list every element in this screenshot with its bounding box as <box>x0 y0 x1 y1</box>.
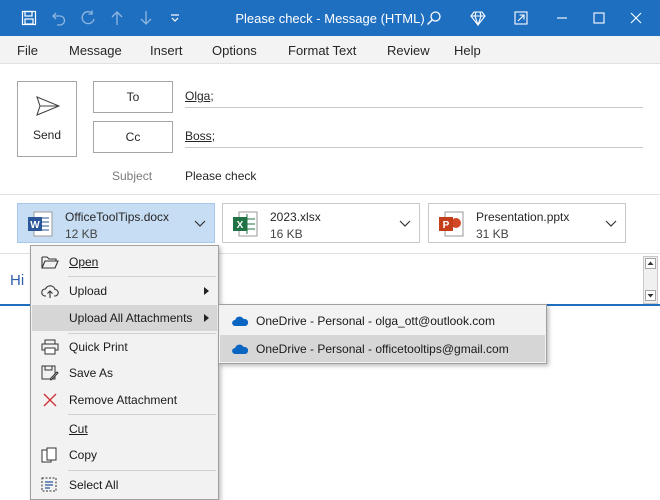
cc-recipient[interactable]: Boss <box>185 129 212 143</box>
chevron-down-icon[interactable] <box>399 218 411 228</box>
customize-quick-access-icon[interactable] <box>165 8 185 28</box>
onedrive-icon <box>232 316 249 326</box>
scroll-down-icon <box>647 294 654 298</box>
printer-icon <box>41 339 59 355</box>
menu-item-label: Remove Attachment <box>69 393 178 407</box>
upload-submenu: OneDrive - Personal - olga_ott@outlook.c… <box>218 304 547 364</box>
submenu-item-onedrive-gmail[interactable]: OneDrive - Personal - officetooltips@gma… <box>220 335 545 362</box>
to-button[interactable]: To <box>93 81 173 113</box>
menu-item-label: Quick Print <box>69 340 128 354</box>
scroll-up-button[interactable] <box>645 258 656 269</box>
message-mode: Message (HTML) <box>324 11 425 26</box>
maximize-icon[interactable] <box>589 8 609 28</box>
menu-item-upload-all-attachments[interactable]: Upload All Attachments <box>32 305 217 331</box>
subject-label: Subject <box>112 169 153 183</box>
attachment-name: Presentation.pptx <box>476 210 570 224</box>
menu-divider <box>68 414 216 415</box>
attachment-size: 31 KB <box>476 227 509 241</box>
menu-item-label: Upload <box>69 284 108 298</box>
menu-item-copy[interactable]: Copy <box>32 442 217 468</box>
menu-item-cut[interactable]: Cut <box>32 416 217 442</box>
attachment-xlsx[interactable]: X 2023.xlsx 16 KB <box>222 203 420 243</box>
body-scrollbar[interactable] <box>643 256 658 304</box>
send-label: Send <box>32 128 62 142</box>
menu-divider <box>68 470 216 471</box>
menu-insert[interactable]: Insert <box>150 43 183 58</box>
attachment-pptx[interactable]: P Presentation.pptx 31 KB <box>428 203 626 243</box>
send-icon <box>36 96 60 116</box>
menu-item-select-all[interactable]: Select All <box>32 472 217 498</box>
copy-icon <box>41 447 57 463</box>
scroll-up-icon <box>647 261 654 265</box>
attachment-size: 12 KB <box>65 227 98 241</box>
menu-item-label: Save As <box>69 366 114 380</box>
cloud-upload-icon <box>41 285 59 298</box>
select-all-icon <box>41 477 57 492</box>
onedrive-icon <box>232 344 249 354</box>
title-separator: - <box>312 11 325 26</box>
menu-format-text[interactable]: Format Text <box>288 43 356 58</box>
up-arrow-icon[interactable] <box>107 8 127 28</box>
submenu-item-label: OneDrive - Personal - olga_ott@outlook.c… <box>256 314 495 328</box>
menu-item-quick-print[interactable]: Quick Print <box>32 334 217 360</box>
message-title: Please check <box>235 11 313 26</box>
svg-text:P: P <box>443 220 450 231</box>
menu-options[interactable]: Options <box>212 43 257 58</box>
to-recipient[interactable]: Olga <box>185 89 210 103</box>
menu-file[interactable]: File <box>17 43 38 58</box>
undo-icon[interactable] <box>49 8 69 28</box>
cc-separator: ; <box>211 129 216 143</box>
menu-divider <box>68 276 216 277</box>
body-text: Hi <box>10 272 25 289</box>
menu-message[interactable]: Message <box>69 43 122 58</box>
attachment-name: 2023.xlsx <box>270 210 321 224</box>
attachment-context-menu: Open Upload Upload All Attachments Quick… <box>30 245 219 500</box>
attachment-docx[interactable]: W OfficeToolTips.docx 12 KB <box>17 203 215 243</box>
redo-icon[interactable] <box>78 8 98 28</box>
save-icon[interactable] <box>19 8 39 28</box>
title-bar: Please check - Message (HTML) <box>0 0 660 36</box>
powerpoint-icon: P <box>439 211 464 237</box>
chevron-down-icon[interactable] <box>194 218 206 228</box>
down-arrow-icon[interactable] <box>136 8 156 28</box>
menu-item-label: Copy <box>69 448 98 462</box>
cc-button[interactable]: Cc <box>93 121 173 153</box>
menu-help[interactable]: Help <box>454 43 481 58</box>
chevron-down-icon[interactable] <box>605 218 617 228</box>
menu-item-open[interactable]: Open <box>32 249 217 275</box>
send-button[interactable]: Send <box>17 81 77 157</box>
cc-field[interactable]: Boss; <box>185 126 643 148</box>
to-field[interactable]: Olga; <box>185 86 643 108</box>
submenu-arrow-icon <box>204 314 209 322</box>
scroll-down-button[interactable] <box>645 290 656 301</box>
submenu-item-label: OneDrive - Personal - officetooltips@gma… <box>256 342 509 356</box>
submenu-item-onedrive-outlook[interactable]: OneDrive - Personal - olga_ott@outlook.c… <box>220 307 545 334</box>
save-as-icon <box>41 365 59 381</box>
menu-item-label: Open <box>69 255 99 269</box>
menu-item-save-as[interactable]: Save As <box>32 360 217 386</box>
diamond-icon[interactable] <box>468 8 488 28</box>
menu-item-upload[interactable]: Upload <box>32 278 217 304</box>
search-icon[interactable] <box>424 8 444 28</box>
menu-review[interactable]: Review <box>387 43 430 58</box>
svg-text:X: X <box>237 220 244 231</box>
submenu-arrow-icon <box>204 287 209 295</box>
to-separator: ; <box>210 89 214 103</box>
minimize-icon[interactable] <box>552 8 572 28</box>
restore-icon[interactable] <box>511 8 531 28</box>
excel-icon: X <box>233 211 258 237</box>
open-folder-icon <box>41 256 59 269</box>
menu-item-label: Cut <box>69 422 88 436</box>
attachment-size: 16 KB <box>270 227 303 241</box>
remove-icon <box>43 393 57 407</box>
menu-bar: File Message Insert Options Format Text … <box>0 36 660 64</box>
close-icon[interactable] <box>626 8 646 28</box>
subject-field[interactable]: Please check <box>185 169 256 183</box>
svg-text:W: W <box>30 220 40 231</box>
word-icon: W <box>28 211 53 237</box>
menu-item-label: Upload All Attachments <box>69 311 193 325</box>
attachment-name: OfficeToolTips.docx <box>65 210 170 224</box>
menu-item-remove-attachment[interactable]: Remove Attachment <box>32 387 217 413</box>
menu-item-label: Select All <box>69 478 119 492</box>
